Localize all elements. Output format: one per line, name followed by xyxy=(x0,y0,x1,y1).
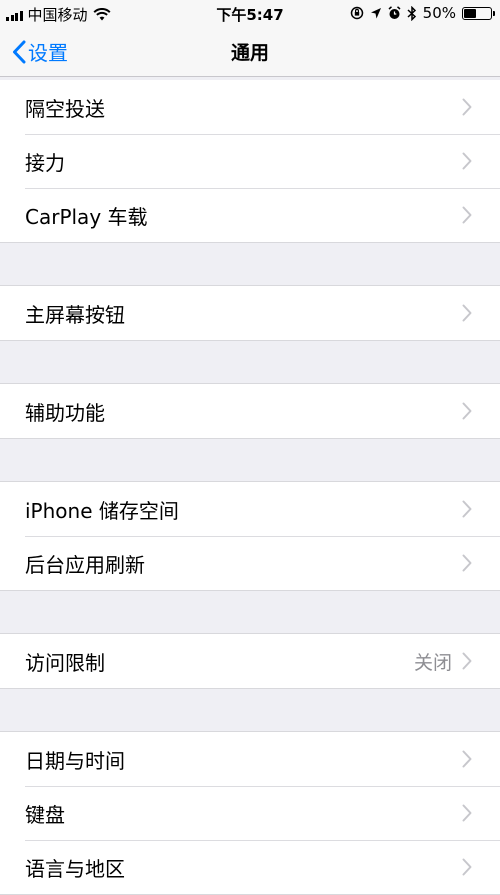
orientation-lock-icon xyxy=(350,6,363,20)
battery-percent: 50% xyxy=(422,4,456,22)
settings-row-label: 辅助功能 xyxy=(25,400,105,425)
settings-row[interactable]: 访问限制 关闭 xyxy=(0,634,500,688)
chevron-right-icon xyxy=(462,858,472,876)
navigation-bar: 设置 通用 xyxy=(0,26,500,77)
chevron-right-icon xyxy=(462,98,472,116)
settings-row-label: 键盘 xyxy=(25,802,65,827)
location-icon xyxy=(370,7,381,18)
settings-row[interactable]: 键盘 xyxy=(0,786,500,840)
chevron-right-icon xyxy=(462,500,472,518)
chevron-right-icon xyxy=(462,750,472,768)
settings-row-label: CarPlay 车载 xyxy=(25,204,148,229)
chevron-right-icon xyxy=(462,652,472,670)
settings-row-label: 日期与时间 xyxy=(25,748,125,773)
settings-group: 主屏幕按钮 xyxy=(0,285,500,341)
chevron-right-icon xyxy=(462,402,472,420)
settings-row-label: 隔空投送 xyxy=(25,96,105,121)
chevron-right-icon xyxy=(462,304,472,322)
settings-row-label: 语言与地区 xyxy=(25,856,125,881)
settings-row-value: 关闭 xyxy=(413,651,452,674)
settings-row[interactable]: CarPlay 车载 xyxy=(0,188,500,242)
settings-row-label: 后台应用刷新 xyxy=(25,552,145,577)
alarm-icon xyxy=(388,6,401,19)
battery-icon xyxy=(462,6,495,20)
settings-row-label: 主屏幕按钮 xyxy=(25,302,125,327)
page-title: 通用 xyxy=(230,42,269,64)
settings-list: 隔空投送接力 CarPlay 车载 主屏幕按钮辅助功能 iPhone 储存空间 后台应用… xyxy=(0,80,500,895)
chevron-right-icon xyxy=(462,554,472,572)
settings-group: 隔空投送接力 CarPlay 车载 xyxy=(0,80,500,243)
settings-row[interactable]: 主屏幕按钮 xyxy=(0,286,500,340)
settings-group: 访问限制 关闭 xyxy=(0,633,500,689)
settings-group: iPhone 储存空间 后台应用刷新 xyxy=(0,481,500,591)
chevron-right-icon xyxy=(462,152,472,170)
settings-row-label: 访问限制 xyxy=(25,650,105,675)
status-right: 50% xyxy=(350,4,495,22)
settings-row[interactable]: 隔空投送 xyxy=(0,80,500,134)
settings-row-label: 接力 xyxy=(25,150,65,175)
status-bar: 中国移动 下午5:47 50% xyxy=(0,0,500,26)
chevron-right-icon xyxy=(462,804,472,822)
settings-row-label: iPhone 储存空间 xyxy=(25,498,179,523)
settings-row[interactable]: 接力 xyxy=(0,134,500,188)
settings-row[interactable]: 后台应用刷新 xyxy=(0,536,500,590)
settings-group: 辅助功能 xyxy=(0,383,500,439)
settings-row[interactable]: 语言与地区 xyxy=(0,840,500,894)
battery-level xyxy=(464,8,476,18)
settings-row[interactable]: 日期与时间 xyxy=(0,732,500,786)
chevron-right-icon xyxy=(462,206,472,224)
bluetooth-icon xyxy=(407,5,416,21)
settings-group: 日期与时间键盘语言与地区 xyxy=(0,731,500,895)
settings-row[interactable]: iPhone 储存空间 xyxy=(0,482,500,536)
settings-row[interactable]: 辅助功能 xyxy=(0,384,500,438)
